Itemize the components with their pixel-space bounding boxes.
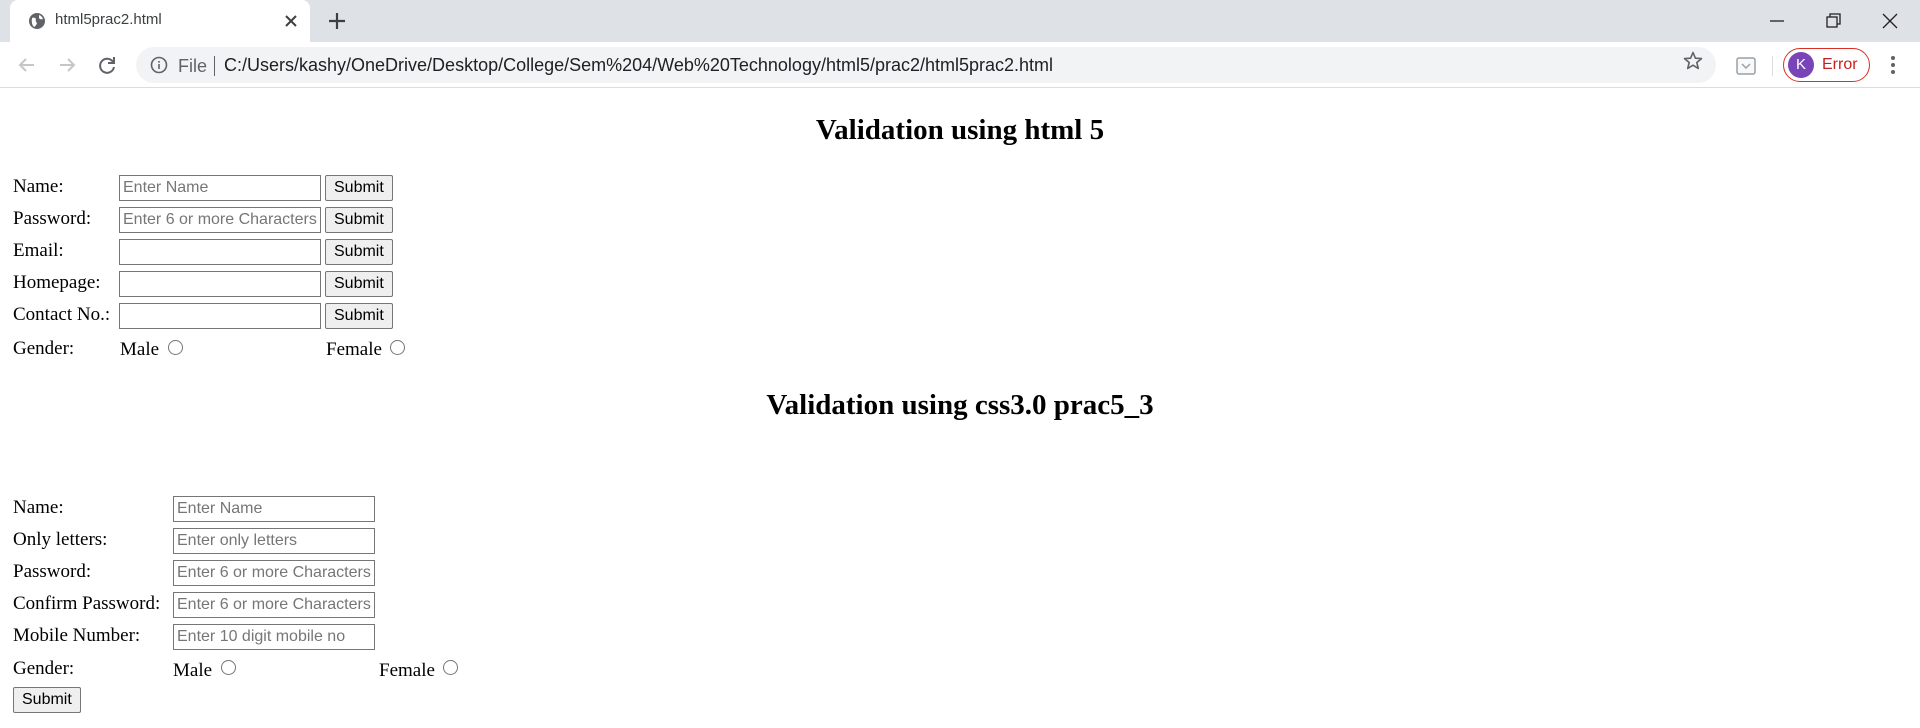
gender-label-2: Gender: xyxy=(13,658,75,679)
name-input[interactable] xyxy=(119,175,321,201)
avatar: K xyxy=(1788,52,1814,78)
gender-label: Gender: xyxy=(13,338,75,359)
minimize-icon[interactable] xyxy=(1762,6,1792,36)
password-label-2: Password: xyxy=(13,561,92,582)
toolbar-divider xyxy=(1772,56,1773,76)
star-icon[interactable] xyxy=(1682,50,1704,72)
name-label-2: Name: xyxy=(13,497,64,518)
name-input-2[interactable] xyxy=(173,496,375,522)
tab-strip: html5prac2.html xyxy=(0,0,1920,42)
only-letters-input[interactable] xyxy=(173,528,375,554)
url-text[interactable]: C:/Users/kashy/OneDrive/Desktop/College/… xyxy=(224,55,1053,76)
confirm-password-input[interactable] xyxy=(173,592,375,618)
mobile-number-label: Mobile Number: xyxy=(13,625,141,646)
omnibox-divider xyxy=(214,56,215,76)
name-submit-button[interactable]: Submit xyxy=(325,175,393,201)
profile-status: Error xyxy=(1822,56,1858,73)
forward-arrow-icon[interactable] xyxy=(52,50,82,80)
kebab-menu-icon[interactable] xyxy=(1880,52,1906,78)
reload-icon[interactable] xyxy=(92,50,122,80)
browser-toolbar: File C:/Users/kashy/OneDrive/Desktop/Col… xyxy=(0,42,1920,88)
window-close-icon[interactable] xyxy=(1875,6,1905,36)
close-icon[interactable] xyxy=(280,10,302,32)
tab-title: html5prac2.html xyxy=(55,11,162,28)
globe-icon xyxy=(29,13,45,29)
address-bar[interactable]: File C:/Users/kashy/OneDrive/Desktop/Col… xyxy=(136,47,1716,83)
female-radio-2[interactable] xyxy=(443,660,458,675)
restore-icon[interactable] xyxy=(1818,6,1848,36)
password-submit-button[interactable]: Submit xyxy=(325,207,393,233)
confirm-password-label: Confirm Password: xyxy=(13,593,161,614)
info-icon[interactable] xyxy=(150,56,168,74)
male-radio[interactable] xyxy=(168,340,183,355)
email-submit-button[interactable]: Submit xyxy=(325,239,393,265)
back-arrow-icon[interactable] xyxy=(12,50,42,80)
section1-heading: Validation using html 5 xyxy=(815,114,1105,146)
mobile-number-input[interactable] xyxy=(173,624,375,650)
homepage-submit-button[interactable]: Submit xyxy=(325,271,393,297)
extension-icon[interactable] xyxy=(1734,54,1758,78)
browser-tab[interactable]: html5prac2.html xyxy=(10,0,310,42)
contact-submit-button[interactable]: Submit xyxy=(325,303,393,329)
url-scheme-label: File xyxy=(178,56,208,76)
name-label: Name: xyxy=(13,176,64,197)
email-label: Email: xyxy=(13,240,64,261)
male-label: Male xyxy=(120,339,160,360)
female-label-2: Female xyxy=(379,660,435,681)
page-content: Validation using html 5 Name: Submit Pas… xyxy=(0,89,1920,728)
plus-icon[interactable] xyxy=(325,9,349,33)
password-input-2[interactable] xyxy=(173,560,375,586)
email-input[interactable] xyxy=(119,239,321,265)
male-radio-2[interactable] xyxy=(221,660,236,675)
contact-input[interactable] xyxy=(119,303,321,329)
form-submit-button[interactable]: Submit xyxy=(13,687,81,713)
male-label-2: Male xyxy=(173,660,213,681)
only-letters-label: Only letters: xyxy=(13,529,108,550)
section2-heading: Validation using css3.0 prac5_3 xyxy=(766,389,1154,421)
homepage-input[interactable] xyxy=(119,271,321,297)
female-label: Female xyxy=(326,339,382,360)
password-input[interactable] xyxy=(119,207,321,233)
profile-button[interactable]: K Error xyxy=(1783,48,1870,82)
female-radio[interactable] xyxy=(390,340,405,355)
homepage-label: Homepage: xyxy=(13,272,101,293)
password-label: Password: xyxy=(13,208,92,229)
contact-label: Contact No.: xyxy=(13,304,111,325)
